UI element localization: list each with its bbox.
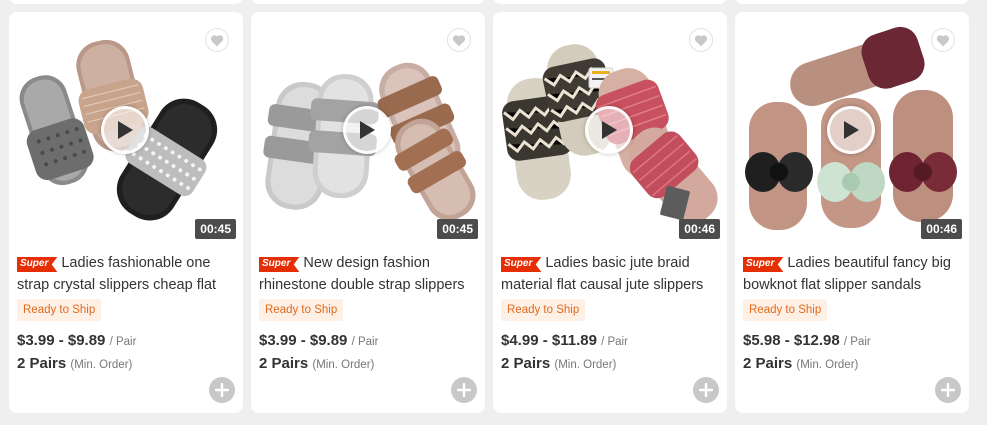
min-order: 2 Pairs (Min. Order) — [743, 355, 858, 372]
price-range: $3.99 - $9.89 / Pair — [259, 332, 378, 349]
super-badge: Super — [259, 257, 300, 272]
min-order: 2 Pairs (Min. Order) — [17, 355, 132, 372]
product-media[interactable]: 00:45 — [9, 12, 243, 244]
previous-row-card-edge — [9, 0, 243, 4]
min-order: 2 Pairs (Min. Order) — [501, 355, 616, 372]
ready-to-ship-tag: Ready to Ship — [743, 299, 828, 321]
favorite-button[interactable] — [931, 28, 955, 52]
product-media[interactable]: 00:45 — [251, 12, 485, 244]
product-title[interactable]: Super Ladies basic jute braid material fl… — [501, 252, 719, 296]
min-order-value: 2 Pairs — [17, 355, 67, 372]
play-video-button[interactable] — [343, 106, 391, 154]
product-grid: 00:45 Super Ladies fashionable one strap … — [9, 12, 969, 413]
product-media[interactable]: 00:46 — [735, 12, 969, 244]
min-order-value: 2 Pairs — [501, 355, 551, 372]
play-video-button[interactable] — [101, 106, 149, 154]
product-card[interactable]: 00:46 Super Ladies beautiful fancy big bo… — [735, 12, 969, 413]
price-unit: / Pair — [351, 336, 379, 348]
play-icon — [360, 121, 375, 139]
price-range: $3.99 - $9.89 / Pair — [17, 332, 136, 349]
play-video-button[interactable] — [827, 106, 875, 154]
super-badge: Super — [17, 257, 58, 272]
price-value: $5.98 - $12.98 — [743, 332, 840, 349]
heart-icon — [452, 34, 466, 46]
product-card[interactable]: 00:45 Super New design fashion rhinestone… — [251, 12, 485, 413]
video-duration: 00:45 — [437, 219, 478, 239]
price-unit: / Pair — [109, 336, 137, 348]
price-range: $5.98 - $12.98 / Pair — [743, 332, 871, 349]
play-icon — [602, 121, 617, 139]
previous-row-card-edge — [735, 0, 969, 4]
min-order: 2 Pairs (Min. Order) — [259, 355, 374, 372]
plus-icon — [699, 383, 713, 397]
price-value: $4.99 - $11.89 — [501, 332, 597, 349]
previous-row-card-edge — [493, 0, 727, 4]
product-media[interactable]: 00:46 — [493, 12, 727, 244]
heart-icon — [210, 34, 224, 46]
video-duration: 00:46 — [921, 219, 962, 239]
add-to-cart-button[interactable] — [693, 377, 719, 403]
ready-to-ship-tag: Ready to Ship — [259, 299, 344, 321]
product-title[interactable]: Super New design fashion rhinestone doubl… — [259, 252, 477, 296]
heart-icon — [936, 34, 950, 46]
heart-icon — [694, 34, 708, 46]
play-video-button[interactable] — [585, 106, 633, 154]
add-to-cart-button[interactable] — [451, 377, 477, 403]
plus-icon — [457, 383, 471, 397]
video-duration: 00:46 — [679, 219, 720, 239]
plus-icon — [215, 383, 229, 397]
product-title[interactable]: Super Ladies fashionable one strap crysta… — [17, 252, 235, 296]
price-unit: / Pair — [601, 336, 628, 348]
price-unit: / Pair — [843, 336, 871, 348]
play-icon — [844, 121, 859, 139]
price-value: $3.99 - $9.89 — [259, 332, 348, 349]
super-badge: Super — [743, 257, 784, 272]
add-to-cart-button[interactable] — [209, 377, 235, 403]
min-order-value: 2 Pairs — [743, 355, 793, 372]
video-duration: 00:45 — [195, 219, 236, 239]
min-order-value: 2 Pairs — [259, 355, 309, 372]
super-badge: Super — [501, 257, 542, 272]
play-icon — [118, 121, 133, 139]
min-order-note: (Min. Order) — [554, 359, 617, 371]
favorite-button[interactable] — [447, 28, 471, 52]
ready-to-ship-tag: Ready to Ship — [17, 299, 102, 321]
add-to-cart-button[interactable] — [935, 377, 961, 403]
favorite-button[interactable] — [689, 28, 713, 52]
plus-icon — [941, 383, 955, 397]
product-card[interactable]: 00:46 Super Ladies basic jute braid mater… — [493, 12, 727, 413]
ready-to-ship-tag: Ready to Ship — [501, 299, 586, 321]
product-card[interactable]: 00:45 Super Ladies fashionable one strap … — [9, 12, 243, 413]
product-title[interactable]: Super Ladies beautiful fancy big bowknot … — [743, 252, 961, 296]
price-range: $4.99 - $11.89 / Pair — [501, 332, 628, 349]
favorite-button[interactable] — [205, 28, 229, 52]
min-order-note: (Min. Order) — [312, 359, 375, 371]
min-order-note: (Min. Order) — [796, 359, 859, 371]
price-value: $3.99 - $9.89 — [17, 332, 106, 349]
previous-row-card-edge — [251, 0, 485, 4]
min-order-note: (Min. Order) — [70, 359, 133, 371]
